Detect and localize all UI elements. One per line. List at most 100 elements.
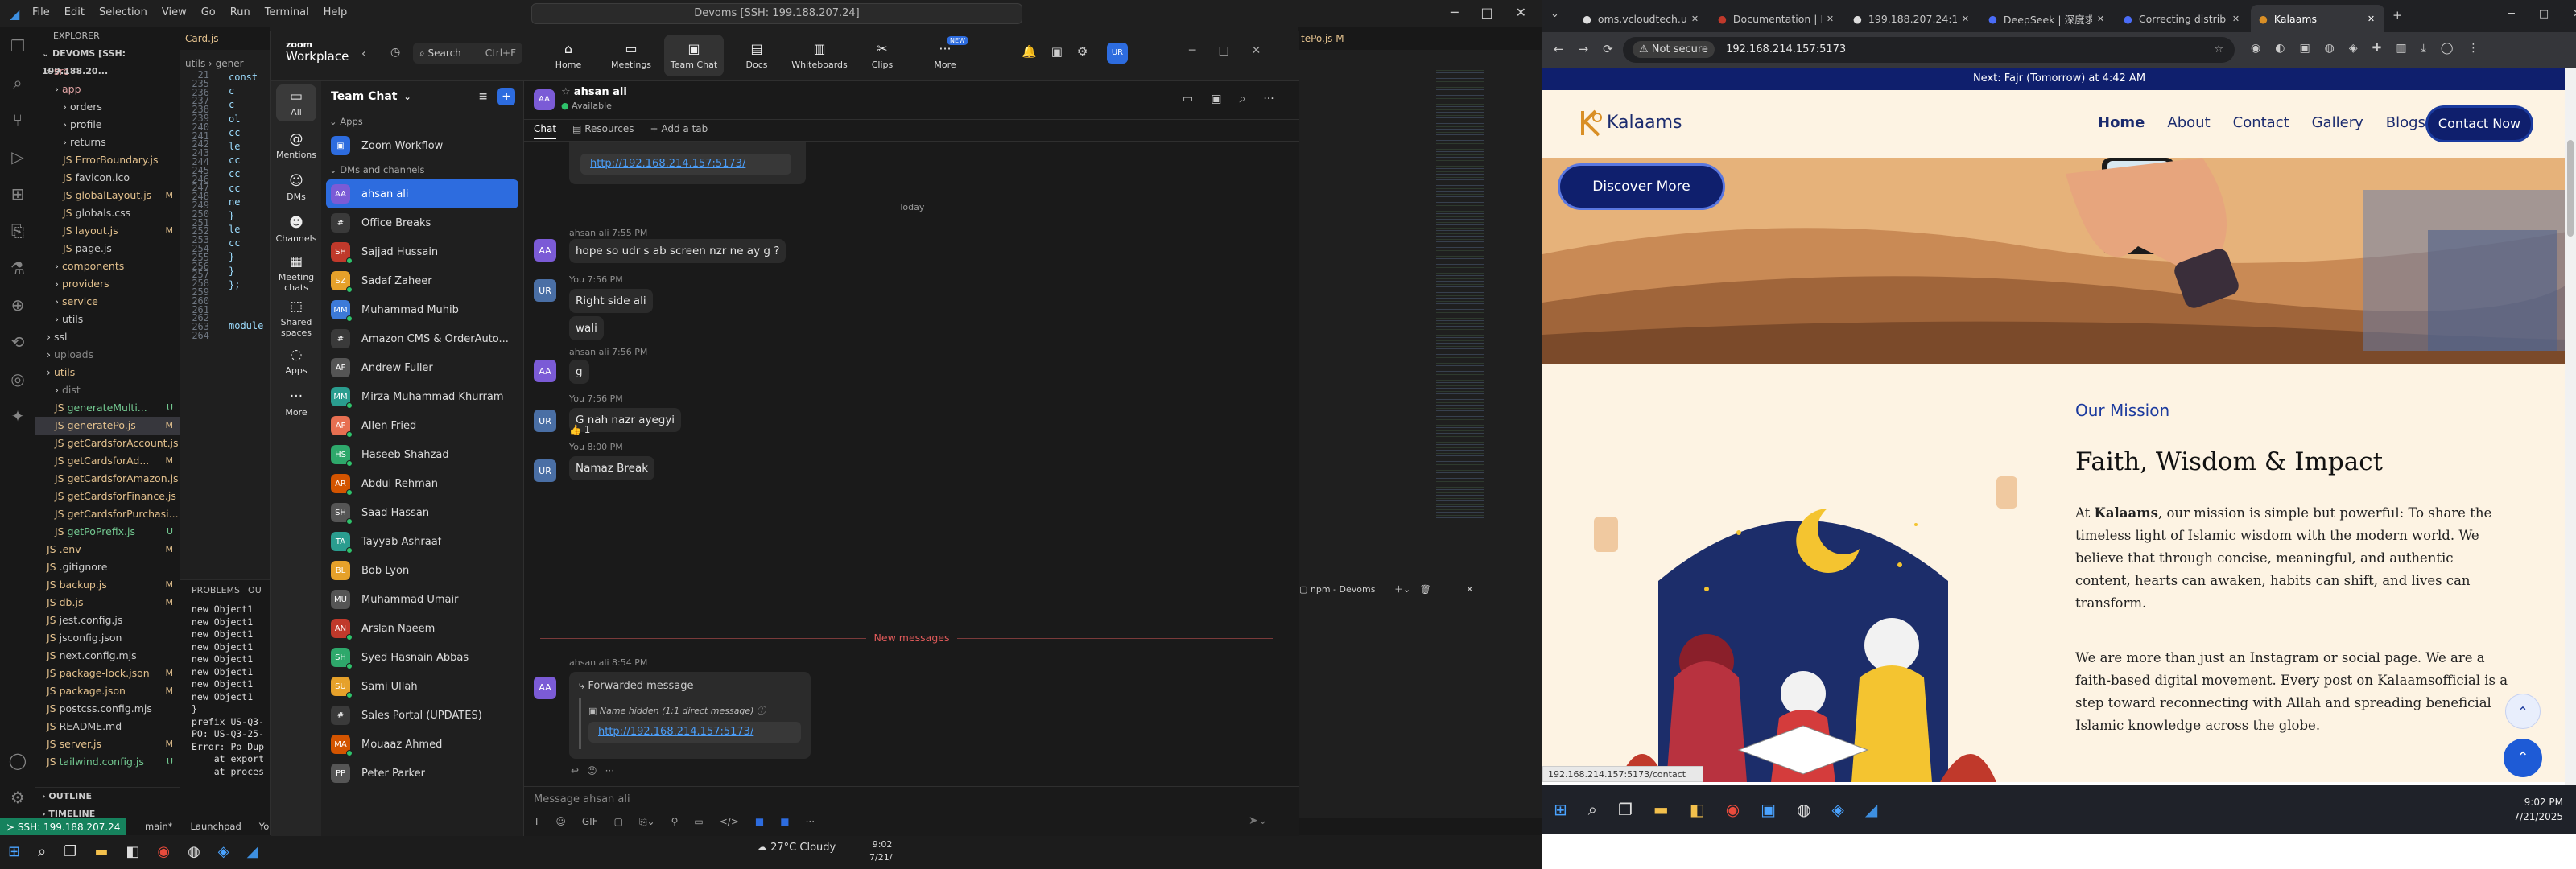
menu-go[interactable]: Go: [201, 6, 216, 19]
screenshot-icon[interactable]: ▢: [614, 816, 623, 828]
attach-icon[interactable]: ⎘⌄: [639, 816, 655, 828]
info-icon[interactable]: ⓘ: [757, 706, 766, 716]
remote-indicator[interactable]: ≻ SSH: 199.188.207.24: [0, 818, 127, 836]
new-tab-icon[interactable]: +: [2392, 8, 2403, 23]
status-item[interactable]: Launchpad: [190, 821, 241, 832]
settings-gear-icon[interactable]: ⚙: [0, 779, 35, 816]
tab-close-icon[interactable]: ✕: [1827, 14, 1834, 24]
tree-file[interactable]: JS package-lock.json M: [35, 665, 180, 682]
message-avatar[interactable]: UR: [534, 459, 556, 482]
run-debug-icon[interactable]: ▷: [0, 138, 35, 175]
testing-icon[interactable]: ⚗: [0, 249, 35, 286]
tab-close-icon[interactable]: ✕: [2368, 14, 2375, 24]
reload-icon[interactable]: ⟳: [1603, 42, 1613, 56]
tree-folder[interactable]: › src: [35, 63, 180, 80]
section-apps[interactable]: ⌄ Apps: [321, 112, 523, 131]
back-icon[interactable]: ‹: [361, 47, 366, 60]
reply-icon[interactable]: ↩: [571, 765, 579, 776]
message-avatar[interactable]: UR: [534, 279, 556, 302]
file-explorer-icon[interactable]: ▬: [1653, 800, 1669, 819]
browser-tab[interactable]: ● Kalaams ✕: [2251, 5, 2384, 32]
menu-selection[interactable]: Selection: [99, 6, 147, 19]
send-icon[interactable]: ➤⌄: [1249, 814, 1267, 827]
contact-now-button[interactable]: Contact Now: [2428, 108, 2531, 140]
back-arrow-icon[interactable]: ←: [1554, 42, 1564, 56]
scroll-top-button-icon[interactable]: ⌃: [2504, 739, 2542, 777]
more-dots-icon[interactable]: ···: [1263, 93, 1274, 105]
filter-icon[interactable]: ≡: [478, 90, 488, 103]
search-icon[interactable]: ⌕: [1239, 93, 1245, 105]
windows-start-icon[interactable]: ⊞: [1554, 800, 1567, 819]
site-nav-blogs[interactable]: Blogs: [2386, 114, 2425, 131]
browser-tab[interactable]: ● oms.vcloudtech.u ✕: [1575, 5, 1708, 32]
chat-list-item[interactable]: MM Muhammad Muhib: [321, 295, 523, 324]
task-view-icon[interactable]: ❐: [1618, 800, 1633, 819]
tree-folder[interactable]: › profile: [35, 116, 180, 134]
history-icon[interactable]: ◷: [390, 46, 400, 59]
chat-list-item[interactable]: # Amazon CMS & OrderAuto...: [321, 324, 523, 353]
scroll-top-outline-icon[interactable]: ⌃: [2505, 694, 2541, 729]
chevron-down-icon[interactable]: ⌄: [403, 92, 411, 102]
tree-folder[interactable]: › dist: [35, 381, 180, 399]
browser-tab[interactable]: ● Correcting distrib ✕: [2116, 5, 2249, 32]
menu-help[interactable]: Help: [324, 6, 348, 19]
trash-icon[interactable]: 🗑: [1420, 584, 1431, 595]
message-avatar[interactable]: AA: [534, 239, 556, 262]
gif-button[interactable]: GIF: [582, 816, 598, 828]
tab-close-icon[interactable]: ✕: [2232, 14, 2240, 24]
menu-terminal[interactable]: Terminal: [265, 6, 309, 19]
source-control-icon[interactable]: ⑂: [0, 101, 35, 138]
rail-dms[interactable]: ☺ DMs: [271, 167, 321, 208]
chat-list-item[interactable]: # Sales Portal (UPDATES): [321, 701, 523, 730]
extensions-icon[interactable]: ⊞: [0, 175, 35, 212]
profile-icon[interactable]: ◯: [2441, 42, 2454, 55]
tree-folder[interactable]: › components: [35, 257, 180, 275]
app-1-icon[interactable]: ■: [755, 816, 764, 828]
chat-list-item[interactable]: AN Arslan Naeem: [321, 614, 523, 643]
tree-file[interactable]: JS ErrorBoundary.js: [35, 151, 180, 169]
emoji-icon[interactable]: ☺: [555, 816, 566, 828]
not-secure-chip[interactable]: ⚠ Not secure: [1633, 41, 1715, 58]
chat-list-item[interactable]: # Office Breaks: [321, 208, 523, 237]
account-icon[interactable]: ◯: [0, 742, 35, 779]
search-icon[interactable]: ⌕: [0, 64, 35, 101]
rail-meeting-chats[interactable]: ▦ Meeting chats: [271, 250, 321, 295]
discover-more-button[interactable]: Discover More: [1560, 166, 1723, 208]
nav-docs[interactable]: ▤ Docs: [727, 35, 786, 76]
tree-file[interactable]: JS generateMulti... U: [35, 399, 180, 417]
docker-icon[interactable]: ◎: [0, 360, 35, 397]
tree-file[interactable]: JS .env M: [35, 541, 180, 558]
chat-list-item[interactable]: AR Abdul Rehman: [321, 469, 523, 498]
more-dots-icon[interactable]: ···: [605, 765, 614, 776]
tree-file[interactable]: JS page.js: [35, 240, 180, 257]
tree-file[interactable]: JS getCardsforAmazon.js: [35, 470, 180, 488]
chat-list-title[interactable]: Team Chat: [331, 90, 397, 103]
video-message-icon[interactable]: ▭: [694, 816, 703, 828]
close-icon[interactable]: ✕: [1516, 5, 1526, 20]
tree-folder[interactable]: › orders: [35, 98, 180, 116]
site-nav-contact[interactable]: Contact: [2233, 114, 2289, 131]
chat-list-item[interactable]: MU Muhammad Umair: [321, 585, 523, 614]
breadcrumb-utils[interactable]: utils: [185, 58, 205, 69]
maximize-icon[interactable]: □: [1480, 5, 1492, 20]
page-scrollbar[interactable]: [2565, 68, 2576, 785]
search-icon[interactable]: ⌕: [38, 843, 46, 860]
forward-arrow-icon[interactable]: →: [1579, 42, 1589, 56]
terminal-output[interactable]: new Object1 new Object1 new Object1 new Obj…: [180, 600, 270, 781]
extensions-puzzle-icon[interactable]: ✚: [2372, 42, 2382, 55]
tab-close-icon[interactable]: ✕: [2097, 14, 2104, 24]
chat-list-item[interactable]: HS Haseeb Shahzad: [321, 440, 523, 469]
tree-folder[interactable]: › service: [35, 293, 180, 311]
section-dms[interactable]: ⌄ DMs and channels: [321, 160, 523, 179]
vscode-taskbar-icon[interactable]: ◢: [1865, 800, 1877, 819]
mic-icon[interactable]: ⚲: [671, 816, 679, 828]
tree-file[interactable]: JS tailwind.config.js U: [35, 753, 180, 771]
minimap[interactable]: [1436, 68, 1484, 518]
message-bubble[interactable]: Namaz Break: [569, 456, 655, 480]
omnibox[interactable]: ⚠ Not secure 192.168.214.157:5173 ☆: [1623, 37, 2235, 63]
rail-shared-spaces[interactable]: ⬚ Shared spaces: [271, 295, 321, 340]
bookmark-star-icon[interactable]: ☆: [2214, 37, 2223, 63]
tab-chat[interactable]: Chat: [534, 123, 557, 139]
chat-list-item[interactable]: PP Peter Parker: [321, 759, 523, 788]
window-icon[interactable]: ▣: [1211, 93, 1221, 105]
